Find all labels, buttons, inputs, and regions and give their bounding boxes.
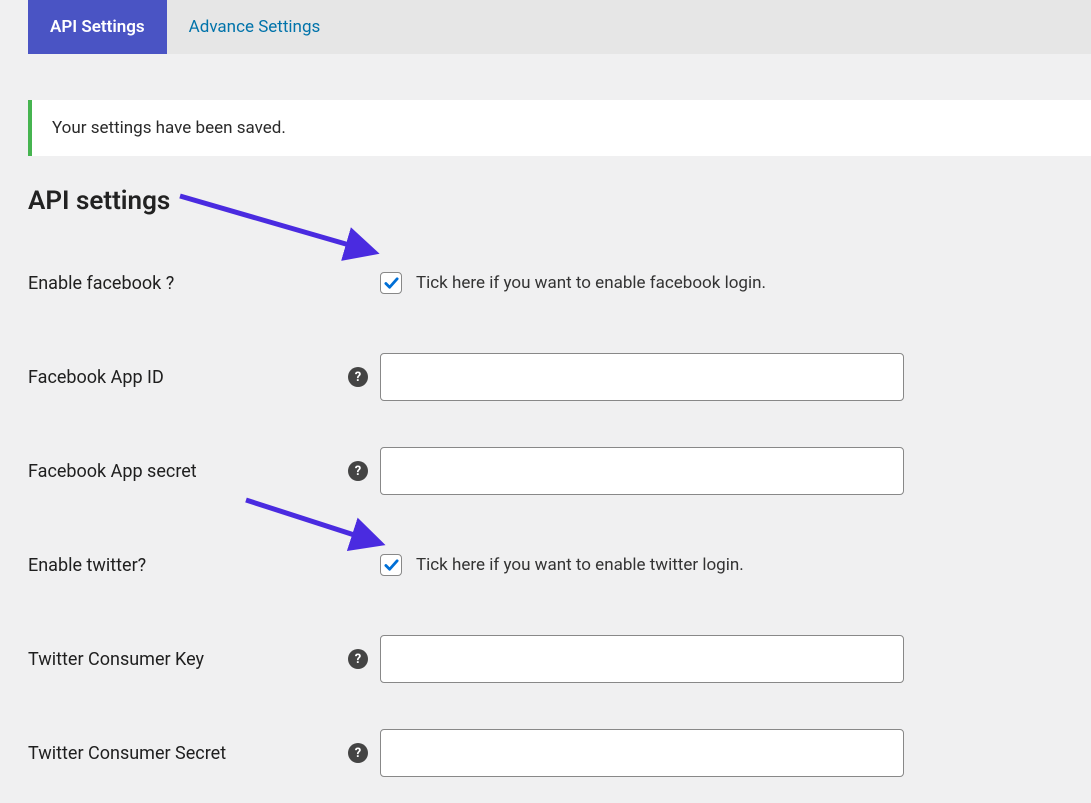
checkmark-icon xyxy=(384,276,399,291)
row-facebook-app-id: Facebook App ID ? xyxy=(28,350,1091,404)
hint-enable-twitter: Tick here if you want to enable twitter … xyxy=(416,555,744,575)
label-twitter-consumer-secret: Twitter Consumer Secret xyxy=(28,743,348,764)
tab-api-settings[interactable]: API Settings xyxy=(28,0,167,54)
settings-form: Enable facebook ? Tick here if you want … xyxy=(28,256,1091,780)
row-twitter-consumer-secret: Twitter Consumer Secret ? xyxy=(28,726,1091,780)
label-facebook-app-id: Facebook App ID xyxy=(28,367,348,388)
notice-text: Your settings have been saved. xyxy=(52,118,286,138)
checkbox-enable-twitter[interactable] xyxy=(380,554,402,576)
help-icon[interactable]: ? xyxy=(348,743,368,763)
row-facebook-app-secret: Facebook App secret ? xyxy=(28,444,1091,498)
row-twitter-consumer-key: Twitter Consumer Key ? xyxy=(28,632,1091,686)
help-icon[interactable]: ? xyxy=(348,461,368,481)
label-enable-facebook: Enable facebook ? xyxy=(28,273,348,294)
page-title: API settings xyxy=(28,186,1091,216)
input-twitter-consumer-key[interactable] xyxy=(380,635,904,683)
success-notice: Your settings have been saved. xyxy=(28,100,1091,156)
arrow-icon xyxy=(246,500,396,555)
input-facebook-app-id[interactable] xyxy=(380,353,904,401)
input-twitter-consumer-secret[interactable] xyxy=(380,729,904,777)
input-facebook-app-secret[interactable] xyxy=(380,447,904,495)
label-twitter-consumer-key: Twitter Consumer Key xyxy=(28,649,348,670)
hint-enable-facebook: Tick here if you want to enable facebook… xyxy=(416,273,766,293)
tab-advance-settings[interactable]: Advance Settings xyxy=(167,0,343,54)
row-enable-twitter: Enable twitter? Tick here if you want to… xyxy=(28,538,1091,592)
label-enable-twitter: Enable twitter? xyxy=(28,555,348,576)
checkbox-enable-facebook[interactable] xyxy=(380,272,402,294)
label-facebook-app-secret: Facebook App secret xyxy=(28,461,348,482)
row-enable-facebook: Enable facebook ? Tick here if you want … xyxy=(28,256,1091,310)
tabs-bar: API Settings Advance Settings xyxy=(28,0,1091,54)
help-icon[interactable]: ? xyxy=(348,649,368,669)
help-icon[interactable]: ? xyxy=(348,367,368,387)
checkmark-icon xyxy=(384,558,399,573)
